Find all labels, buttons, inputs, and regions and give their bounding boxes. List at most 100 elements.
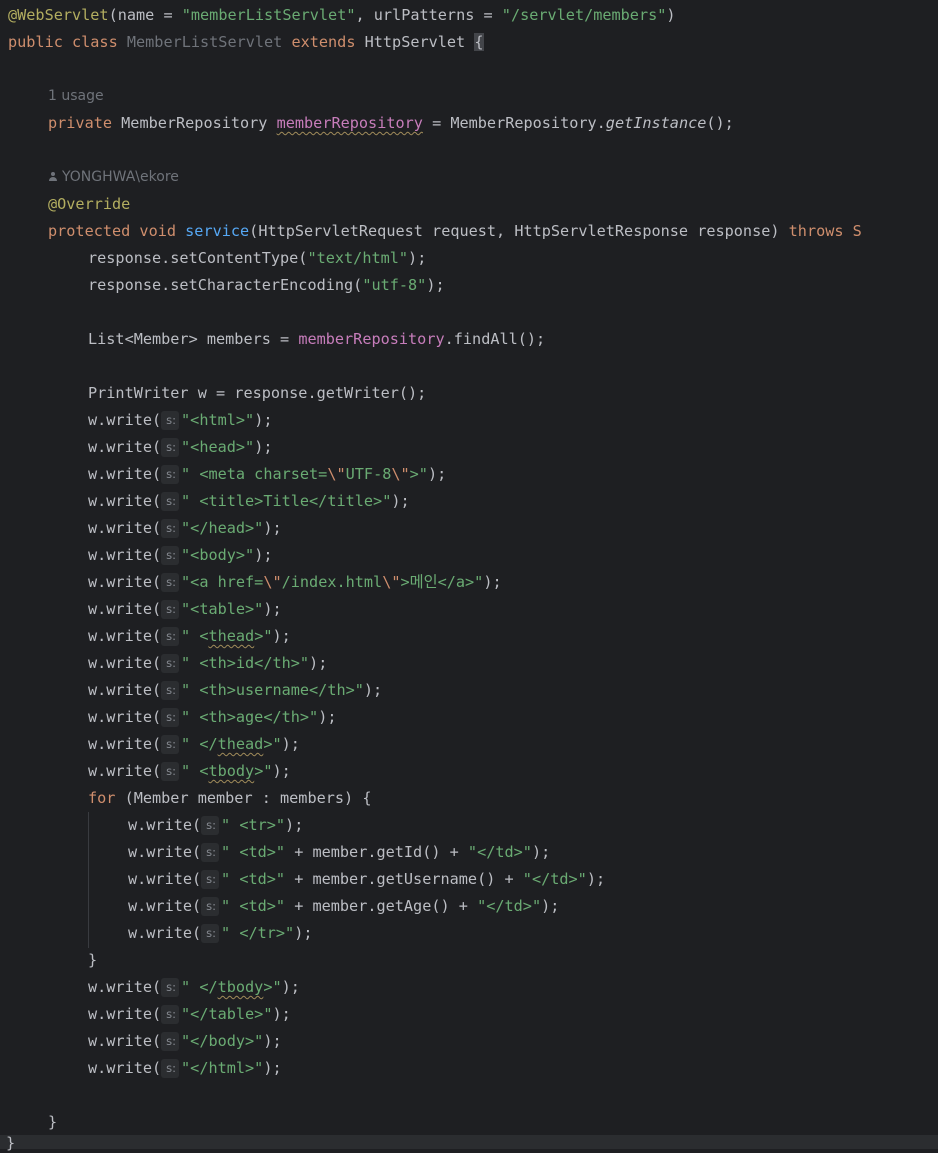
code-line-write[interactable]: w.write(s: " <tbody>");: [88, 758, 938, 785]
usage-hint[interactable]: 1 usage: [48, 83, 104, 110]
code-line-write[interactable]: w.write(s: " <thead>");: [88, 623, 938, 650]
escape-token: \": [391, 465, 410, 483]
code-token: (Member member : members) {: [124, 789, 372, 807]
code-line-write[interactable]: w.write(s: "</table>");: [88, 1001, 938, 1028]
code-token: (HttpServletRequest request, HttpServlet…: [249, 222, 789, 240]
string-token: " <td>": [221, 843, 286, 861]
code-token: );: [363, 681, 383, 699]
code-token: );: [285, 816, 304, 834]
string-token: "<body>": [181, 546, 255, 564]
parameter-hint: s:: [161, 1005, 180, 1024]
string-token: >": [263, 978, 282, 996]
code-line-write[interactable]: w.write(s: " <td>" + member.getAge() + "<…: [128, 893, 938, 920]
string-token: thead: [217, 735, 264, 753]
keyword-token: public class: [8, 33, 127, 51]
code-line-write[interactable]: w.write(s: " </thead>");: [88, 731, 938, 758]
code-line[interactable]: List<Member> members = memberRepository.…: [88, 326, 938, 353]
code-token: );: [483, 573, 502, 591]
code-token: w.write(: [88, 708, 162, 726]
string-token: " <td>": [221, 870, 286, 888]
code-token: + member.getUsername() +: [285, 870, 523, 888]
code-token: = MemberRepository.: [422, 114, 606, 132]
parameter-hint: s:: [161, 546, 180, 565]
parameter-hint: s:: [161, 465, 180, 484]
code-line-annotation[interactable]: @WebServlet(name = "memberListServlet", …: [8, 2, 938, 29]
code-token: );: [254, 411, 273, 429]
parameter-hint: s:: [161, 708, 180, 727]
code-token: PrintWriter w = response.getWriter();: [88, 384, 427, 402]
code-token: MemberRepository: [121, 114, 277, 132]
code-editor[interactable]: @WebServlet(name = "memberListServlet", …: [0, 0, 938, 1152]
code-line-write[interactable]: w.write(s: " <tr>");: [128, 812, 938, 839]
code-token: );: [272, 1005, 291, 1023]
code-line-write[interactable]: w.write(s: " <th>id</th>");: [88, 650, 938, 677]
code-line-field[interactable]: private MemberRepository memberRepositor…: [48, 110, 938, 137]
code-line-write[interactable]: w.write(s: "</body>");: [88, 1028, 938, 1055]
parameter-hint: s:: [161, 438, 180, 457]
string-token: "</html>": [181, 1059, 264, 1077]
string-token: thead: [208, 627, 255, 645]
string-token: " <th>id</th>": [181, 654, 310, 672]
string-token: "/servlet/members": [501, 6, 667, 24]
code-line-write[interactable]: w.write(s: "</html>");: [88, 1055, 938, 1082]
code-line-write[interactable]: w.write(s: " </tr>");: [128, 920, 938, 947]
keyword-token: for: [88, 789, 125, 807]
string-token: " <title>Title</title>": [181, 492, 392, 510]
string-token: "<a href=: [181, 573, 264, 591]
code-line-write[interactable]: w.write(s: " <td>" + member.getId() + "</…: [128, 839, 938, 866]
annotation-token: @WebServlet: [8, 6, 109, 24]
code-line-close-class[interactable]: }: [6, 1133, 15, 1153]
code-line-for[interactable]: for (Member member : members) {: [88, 785, 938, 812]
string-token: >": [409, 465, 428, 483]
code-line-write[interactable]: w.write(s: " <title>Title</title>");: [88, 488, 938, 515]
code-line-write[interactable]: w.write(s: "<a href=\"/index.html\">메인</a…: [88, 569, 938, 596]
string-token: " </tr>": [221, 924, 295, 942]
code-token: w.write(: [88, 573, 162, 591]
parameter-hint: s:: [201, 816, 220, 835]
code-line-write[interactable]: w.write(s: " <th>age</th>");: [88, 704, 938, 731]
code-line-close-for[interactable]: }: [88, 947, 938, 974]
field-token: memberRepository: [276, 114, 423, 132]
code-token: );: [263, 1059, 282, 1077]
keyword-token: extends: [291, 33, 365, 51]
parameter-hint: s:: [161, 978, 180, 997]
field-token: memberRepository: [298, 330, 445, 348]
code-line-class-declaration[interactable]: public class MemberListServlet extends H…: [8, 29, 938, 56]
code-line-write[interactable]: w.write(s: " </tbody>");: [88, 974, 938, 1001]
brace-token: }: [48, 1113, 58, 1131]
code-line-close-method[interactable]: }: [48, 1109, 938, 1136]
code-token: );: [281, 978, 300, 996]
string-token: UTF-8: [345, 465, 392, 483]
author-name: YONGHWA\ekore: [62, 169, 179, 185]
code-line-write[interactable]: w.write(s: " <th>username</th>");: [88, 677, 938, 704]
string-token: tbody: [208, 762, 255, 780]
code-line[interactable]: response.setContentType("text/html");: [88, 245, 938, 272]
string-token: >메인</a>": [400, 573, 484, 591]
code-line-override[interactable]: @Override: [48, 191, 938, 218]
code-token: w.write(: [88, 681, 162, 699]
code-line[interactable]: response.setCharacterEncoding("utf-8");: [88, 272, 938, 299]
code-token: w.write(: [88, 1059, 162, 1077]
parameter-hint: s:: [161, 600, 180, 619]
code-token: w.write(: [88, 627, 162, 645]
escape-token: \": [382, 573, 401, 591]
code-token: response.setContentType(: [88, 249, 308, 267]
string-token: tbody: [217, 978, 264, 996]
code-line-write[interactable]: w.write(s: "<head>");: [88, 434, 938, 461]
code-line-write[interactable]: w.write(s: " <meta charset=\"UTF-8\">");: [88, 461, 938, 488]
code-token: w.write(: [88, 492, 162, 510]
code-line-write[interactable]: w.write(s: " <td>" + member.getUsername()…: [128, 866, 938, 893]
code-line-write[interactable]: w.write(s: "<table>");: [88, 596, 938, 623]
parameter-hint: s:: [161, 762, 180, 781]
code-line-write[interactable]: w.write(s: "</head>");: [88, 515, 938, 542]
code-token: w.write(: [88, 654, 162, 672]
code-token: w.write(: [88, 438, 162, 456]
code-line[interactable]: PrintWriter w = response.getWriter();: [88, 380, 938, 407]
brace-token: }: [88, 951, 98, 969]
code-token: w.write(: [128, 870, 202, 888]
code-line-write[interactable]: w.write(s: "<body>");: [88, 542, 938, 569]
code-line-write[interactable]: w.write(s: "<html>");: [88, 407, 938, 434]
code-line-method-signature[interactable]: protected void service(HttpServletReques…: [48, 218, 938, 245]
code-token: );: [272, 627, 291, 645]
author-hint[interactable]: YONGHWA\ekore: [48, 164, 179, 191]
